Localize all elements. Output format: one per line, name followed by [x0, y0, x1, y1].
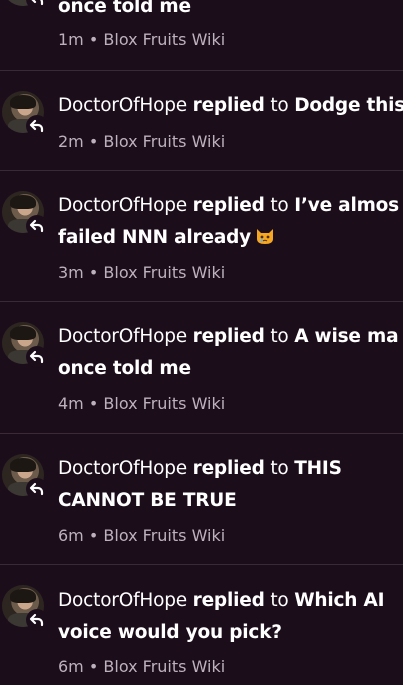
user-avatar[interactable]	[2, 585, 48, 631]
wiki-name[interactable]: Blox Fruits Wiki	[103, 30, 225, 49]
notification-text[interactable]: DoctorOfHope replied to Dodge this	[58, 90, 403, 121]
username[interactable]: DoctorOfHope	[58, 590, 187, 611]
user-avatar[interactable]	[2, 91, 48, 137]
reply-arrow-icon	[26, 346, 48, 368]
thread-title[interactable]: A wise ma	[294, 326, 398, 347]
notification-meta: 3m • Blox Fruits Wiki	[58, 263, 225, 283]
notification-item[interactable]: DoctorOfHope replied to Which AI voice w…	[0, 564, 403, 685]
notification-feed: once told me 1m • Blox Fruits Wiki Docto…	[0, 0, 403, 685]
timestamp: 6m	[58, 526, 84, 545]
wiki-name[interactable]: Blox Fruits Wiki	[103, 526, 225, 545]
notification-item[interactable]: DoctorOfHope replied to Dodge this 2m • …	[0, 70, 403, 171]
notification-text[interactable]: DoctorOfHope replied to THIS	[58, 453, 403, 484]
user-avatar[interactable]	[2, 454, 48, 500]
thread-title-cont[interactable]: voice would you pick?	[58, 617, 403, 648]
reply-arrow-icon	[26, 215, 48, 237]
preposition: to	[270, 195, 289, 216]
notification-title[interactable]: once told me	[58, 0, 403, 22]
timestamp: 4m	[58, 394, 84, 413]
notification-text[interactable]: DoctorOfHope replied to I’ve almos	[58, 190, 403, 221]
user-avatar[interactable]	[2, 322, 48, 368]
reply-arrow-icon	[26, 478, 48, 500]
wiki-name[interactable]: Blox Fruits Wiki	[103, 657, 225, 676]
separator: •	[88, 132, 99, 151]
notification-item[interactable]: DoctorOfHope replied to THIS CANNOT BE T…	[0, 433, 403, 565]
user-avatar[interactable]	[2, 191, 48, 237]
notification-text[interactable]: DoctorOfHope replied to A wise ma	[58, 321, 403, 352]
separator: •	[88, 263, 99, 282]
action-word: replied	[192, 458, 265, 479]
reply-arrow-icon	[26, 609, 48, 631]
preposition: to	[270, 326, 289, 347]
timestamp: 3m	[58, 263, 84, 282]
notification-text[interactable]: DoctorOfHope replied to Which AI	[58, 585, 403, 616]
notification-text-line2[interactable]: failed NNN already	[58, 222, 403, 253]
thread-title[interactable]: Which AI	[294, 590, 384, 611]
action-word: replied	[192, 326, 265, 347]
thread-title-cont[interactable]: CANNOT BE TRUE	[58, 485, 403, 516]
preposition: to	[270, 590, 289, 611]
username[interactable]: DoctorOfHope	[58, 195, 187, 216]
notification-item[interactable]: DoctorOfHope replied to I’ve almos faile…	[0, 170, 403, 302]
separator: •	[88, 526, 99, 545]
thread-title-cont[interactable]: failed NNN already	[58, 227, 251, 248]
timestamp: 2m	[58, 132, 84, 151]
timestamp: 1m	[58, 30, 84, 49]
wiki-name[interactable]: Blox Fruits Wiki	[103, 263, 225, 282]
username[interactable]: DoctorOfHope	[58, 326, 187, 347]
notification-item[interactable]: DoctorOfHope replied to A wise ma once t…	[0, 301, 403, 434]
timestamp: 6m	[58, 657, 84, 676]
notification-meta: 6m • Blox Fruits Wiki	[58, 657, 225, 677]
reply-arrow-icon	[26, 0, 48, 10]
username[interactable]: DoctorOfHope	[58, 458, 187, 479]
notification-meta: 2m • Blox Fruits Wiki	[58, 132, 225, 152]
notification-meta: 1m • Blox Fruits Wiki	[58, 30, 225, 50]
thread-title[interactable]: Dodge this	[294, 95, 403, 116]
notification-meta: 4m • Blox Fruits Wiki	[58, 394, 225, 414]
notification-item[interactable]: once told me 1m • Blox Fruits Wiki	[0, 0, 403, 70]
username[interactable]: DoctorOfHope	[58, 95, 187, 116]
crying-cat-emoji	[255, 224, 275, 244]
thread-title[interactable]: THIS	[294, 458, 342, 479]
wiki-name[interactable]: Blox Fruits Wiki	[103, 132, 225, 151]
notification-meta: 6m • Blox Fruits Wiki	[58, 526, 225, 546]
action-word: replied	[192, 590, 265, 611]
thread-title[interactable]: I’ve almos	[294, 195, 399, 216]
thread-title-cont[interactable]: once told me	[58, 353, 403, 384]
separator: •	[88, 657, 99, 676]
user-avatar[interactable]	[2, 0, 48, 10]
reply-arrow-icon	[26, 115, 48, 137]
preposition: to	[270, 458, 289, 479]
action-word: replied	[192, 195, 265, 216]
separator: •	[88, 30, 99, 49]
wiki-name[interactable]: Blox Fruits Wiki	[103, 394, 225, 413]
action-word: replied	[192, 95, 265, 116]
separator: •	[88, 394, 99, 413]
preposition: to	[270, 95, 289, 116]
